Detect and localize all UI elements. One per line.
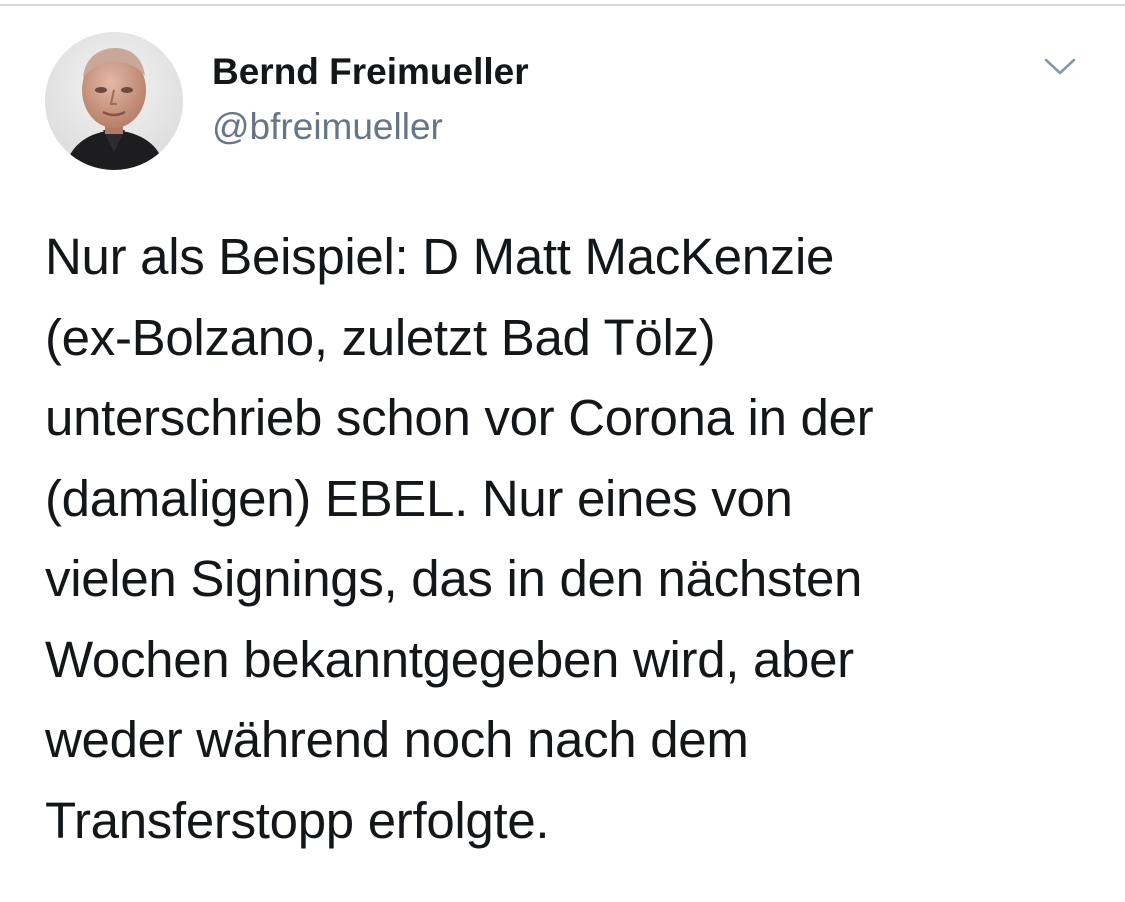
tweet-text: Nur als Beispiel: D Matt MacKenzie (ex-B… [45, 217, 1105, 861]
tweet-text-line: (ex-Bolzano, zuletzt Bad Tölz) [45, 308, 716, 366]
tweet-text-line: Wochen bekanntgegeben wird, aber [45, 630, 854, 688]
tweet-text-line: unterschrieb schon vor Corona in der [45, 389, 874, 446]
author-block[interactable]: Bernd Freimueller @bfreimueller [212, 50, 529, 149]
handle[interactable]: @bfreimueller [212, 105, 529, 149]
avatar[interactable] [45, 32, 183, 170]
more-options-button[interactable] [1030, 42, 1090, 92]
display-name[interactable]: Bernd Freimueller [212, 50, 529, 94]
tweet-text-line: Nur als Beispiel: D Matt MacKenzie [45, 228, 835, 285]
tweet-text-line: (damaligen) EBEL. Nur eines von [45, 469, 793, 527]
tweet-text-line: Transferstopp erfolgte. [45, 791, 550, 849]
tweet-text-line: weder während noch nach dem [45, 711, 749, 768]
chevron-down-icon [1044, 58, 1076, 75]
profile-photo-icon [45, 32, 183, 170]
tweet-text-line: vielen Signings, das in den nächsten [45, 550, 863, 607]
tweet-card: Bernd Freimueller @bfreimueller Nur als … [0, 6, 1125, 902]
